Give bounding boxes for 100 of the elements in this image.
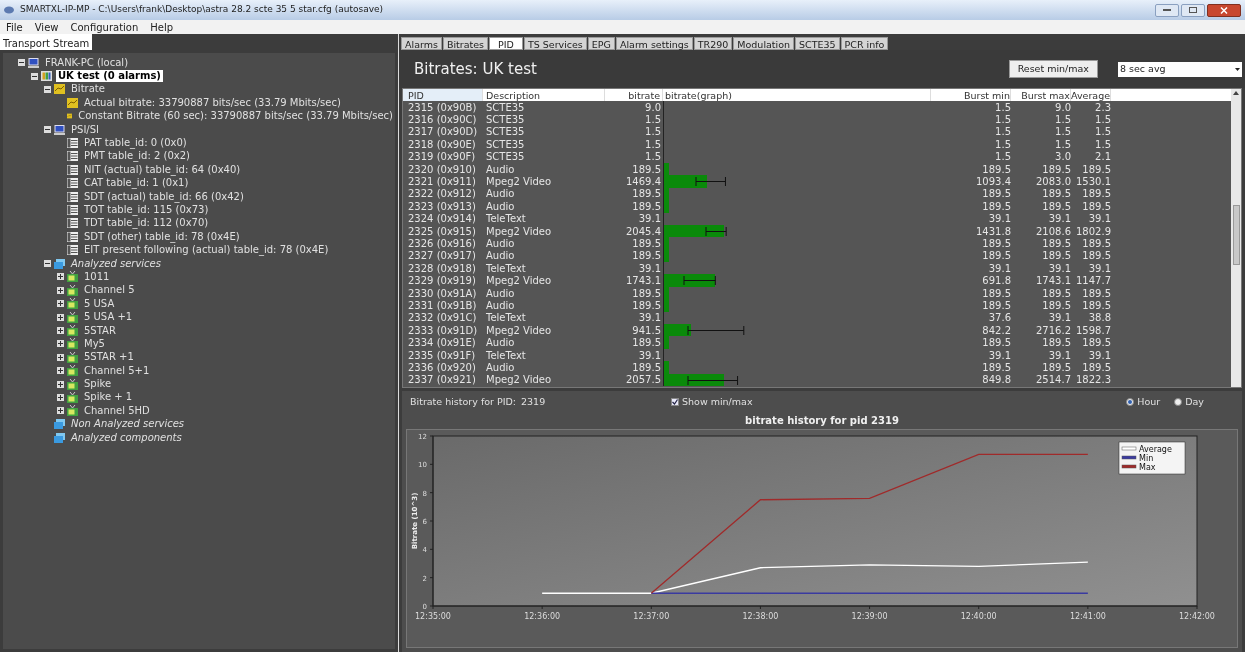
expand-icon[interactable]: [57, 353, 64, 361]
menu-item[interactable]: Configuration: [70, 19, 139, 35]
table-cell-text: 1.5: [1094, 137, 1111, 152]
expand-icon[interactable]: [57, 286, 64, 294]
tree-item[interactable]: 1011: [82, 270, 112, 283]
show-min-max-checkbox[interactable]: Show min/max: [671, 394, 753, 410]
table-cell-text: 2330 (0x91A): [407, 286, 478, 301]
table-cell-text: 2326 (0x916): [407, 237, 477, 251]
scroll-up-icon[interactable]: [1233, 91, 1239, 95]
panel-tab[interactable]: Transport Stream: [0, 34, 93, 50]
range-radio[interactable]: Day: [1174, 394, 1204, 410]
tree-item[interactable]: Spike + 1: [82, 391, 135, 404]
table-cell-text: 1.5: [1054, 125, 1071, 140]
tab[interactable]: TS Services: [523, 37, 587, 50]
column-header[interactable]: Burst min: [931, 89, 1011, 101]
tab[interactable]: SCTE35: [795, 37, 840, 50]
tree-item[interactable]: 5 USA: [82, 297, 117, 310]
table-cell-text: 1431.8: [975, 224, 1011, 239]
expand-icon[interactable]: [57, 380, 64, 388]
table-icon: [67, 178, 78, 189]
tree-item[interactable]: My5: [82, 337, 107, 350]
column-header[interactable]: Description: [483, 89, 605, 101]
expand-icon[interactable]: [57, 300, 64, 308]
close-button[interactable]: [1207, 3, 1241, 17]
tree-item[interactable]: UK test (0 alarms): [56, 70, 163, 83]
tree-item[interactable]: Channel 5+1: [82, 364, 152, 377]
expand-icon[interactable]: [57, 393, 64, 401]
collapse-icon[interactable]: [44, 260, 51, 268]
column-header[interactable]: bitrate: [605, 89, 663, 101]
tree-item[interactable]: TDT table_id: 112 (0x70): [82, 217, 211, 230]
table-cell-text: 9.0: [644, 100, 662, 115]
computer-icon: [28, 57, 39, 68]
expand-icon[interactable]: [57, 273, 64, 281]
tab[interactable]: PCR info: [840, 37, 889, 50]
tree-item[interactable]: FRANK-PC (local): [43, 56, 131, 69]
table-cell-text: Audio: [485, 286, 516, 301]
table-cell-text: SCTE35: [485, 125, 526, 140]
menu-item[interactable]: Help: [150, 19, 174, 35]
average-dropdown[interactable]: 8 sec avg: [1118, 61, 1242, 77]
reset-button[interactable]: Reset min/max: [1008, 60, 1098, 78]
collapse-icon[interactable]: [18, 59, 25, 67]
table-cell-text: 189.5: [631, 249, 662, 264]
expand-icon[interactable]: [57, 367, 64, 375]
table-cell-text: 2319 (0x90F): [407, 150, 477, 165]
collapse-icon[interactable]: [31, 72, 38, 80]
expand-icon[interactable]: [57, 407, 64, 415]
tree-item[interactable]: Analyzed services: [69, 257, 163, 270]
stream-icon: [41, 71, 52, 82]
collapse-icon[interactable]: [44, 126, 51, 134]
table-cell-text: 1.5: [994, 125, 1011, 140]
tree-item[interactable]: PSI/SI: [69, 123, 101, 136]
column-header[interactable]: Average: [1071, 89, 1111, 101]
tree-item[interactable]: Analyzed components: [69, 431, 184, 444]
tree-item[interactable]: Constant Bitrate (60 sec): 33790887 bits/sec (33.79 Mbits/sec): [76, 110, 395, 123]
tree-item[interactable]: PAT table_id: 0 (0x0): [82, 137, 189, 150]
tab[interactable]: Modulation: [733, 37, 795, 50]
collapse-icon[interactable]: [44, 85, 51, 93]
tab[interactable]: Alarm settings: [615, 37, 693, 50]
minimize-button[interactable]: [1155, 3, 1179, 17]
tree-item[interactable]: Channel 5: [82, 284, 137, 297]
min-max-whisker: [687, 326, 745, 336]
table-cell-text: 849.8: [981, 373, 1011, 387]
tab[interactable]: TR290: [693, 37, 733, 50]
tree-item[interactable]: PMT table_id: 2 (0x2): [82, 150, 192, 163]
tab[interactable]: Bitrates: [442, 37, 489, 50]
table-cell-text: Mpeg2 Video: [485, 373, 553, 387]
expand-icon[interactable]: [57, 327, 64, 334]
tree-item[interactable]: SDT (actual) table_id: 66 (0x42): [82, 190, 246, 203]
x-tick-label: 12:35:00: [415, 612, 451, 621]
tree-item[interactable]: 5 USA +1: [82, 311, 135, 324]
tree-item[interactable]: 5STAR +1: [82, 351, 136, 364]
scrollbar[interactable]: [1231, 89, 1241, 387]
maximize-button[interactable]: [1181, 3, 1205, 17]
table-cell-text: 2328 (0x918): [407, 261, 477, 276]
table-cell-text: 2083.0: [1035, 175, 1071, 189]
menu-item[interactable]: View: [34, 19, 59, 35]
tv-icon: [67, 271, 78, 283]
tree-item[interactable]: Channel 5HD: [82, 404, 152, 417]
tree-item[interactable]: 5STAR: [82, 324, 118, 337]
tree-item[interactable]: SDT (other) table_id: 78 (0x4E): [82, 230, 242, 243]
range-radio[interactable]: Hour: [1126, 394, 1161, 410]
tree-item[interactable]: Spike: [82, 378, 114, 391]
column-header[interactable]: bitrate(graph): [663, 89, 931, 101]
tab[interactable]: EPG: [587, 37, 615, 50]
tab[interactable]: Alarms: [401, 37, 442, 50]
expand-icon[interactable]: [57, 340, 64, 348]
menu-item[interactable]: File: [6, 19, 23, 35]
tree-item[interactable]: Bitrate: [69, 83, 107, 96]
tree-item[interactable]: NIT (actual) table_id: 64 (0x40): [82, 163, 243, 176]
column-header[interactable]: PID: [403, 89, 483, 101]
tree-item[interactable]: Actual bitrate: 33790887 bits/sec (33.79 Mbits/sec): [82, 96, 343, 109]
tree-item[interactable]: Non Analyzed services: [69, 418, 187, 431]
tab[interactable]: PID: [489, 37, 523, 50]
expand-icon[interactable]: [57, 313, 64, 321]
tree-item[interactable]: CAT table_id: 1 (0x1): [82, 177, 191, 190]
tree-item[interactable]: EIT present following (actual) table_id: 78 (0x4E): [82, 244, 331, 257]
scroll-thumb[interactable]: [1232, 205, 1240, 265]
tree-item[interactable]: TOT table_id: 115 (0x73): [82, 204, 211, 216]
column-header[interactable]: Burst max: [1011, 89, 1071, 101]
table-cell-text: 39.1: [1087, 348, 1111, 363]
